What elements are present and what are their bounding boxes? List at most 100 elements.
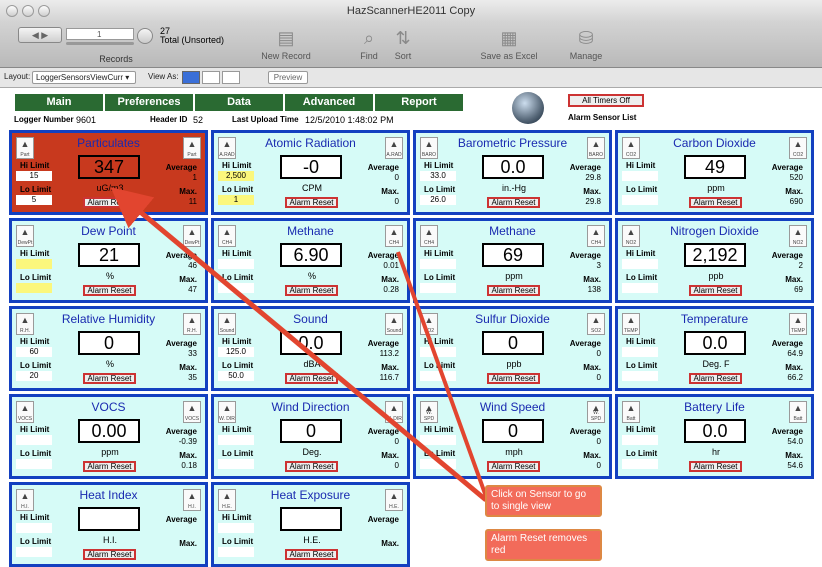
hi-limit-field[interactable]	[16, 435, 52, 445]
lo-limit-field[interactable]	[218, 459, 254, 469]
lo-limit-field[interactable]: 50.0	[218, 371, 254, 381]
hi-limit-field[interactable]: 15	[16, 171, 52, 181]
view-as-list-button[interactable]	[202, 71, 220, 84]
lo-limit-field[interactable]	[420, 283, 456, 293]
alarm-reset-button[interactable]: Alarm Reset	[487, 285, 540, 296]
nav-report-button[interactable]: Report	[374, 94, 464, 111]
hi-limit-field[interactable]: 60	[16, 347, 52, 357]
sensor-tile[interactable]: ▲ R.H. ▲ R.H. Relative Humidity Hi Limit 60 Lo …	[9, 306, 208, 391]
lo-limit-field[interactable]: 5	[16, 195, 52, 205]
alarm-reset-button[interactable]: Alarm Reset	[285, 461, 338, 472]
sensor-tile[interactable]: ▲ W. SPD ▲ W. SPD Wind Speed Hi Limit Lo Limit…	[413, 394, 612, 479]
sensor-tile[interactable]: ▲ CH4 ▲ CH4 Methane Hi Limit Lo Limit 69 ppm Aver…	[413, 218, 612, 303]
sensor-tile[interactable]: ▲ Sound ▲ Sound Sound Hi Limit 125.0 Lo Limit 50…	[211, 306, 410, 391]
alarm-reset-button[interactable]: Alarm Reset	[83, 461, 136, 472]
sensor-tile[interactable]: ▲ SO2 ▲ SO2 Sulfur Dioxide Hi Limit Lo Limit 0 p…	[413, 306, 612, 391]
hi-limit-field[interactable]	[622, 435, 658, 445]
alarm-reset-button[interactable]: Alarm Reset	[689, 197, 742, 208]
save-as-excel-button[interactable]: ▦ Save as Excel	[474, 28, 544, 61]
hi-limit-field[interactable]: 2,500	[218, 171, 254, 181]
hi-limit-field[interactable]	[420, 347, 456, 357]
sensor-tile[interactable]: ▲ CO2 ▲ CO2 Carbon Dioxide Hi Limit Lo Limit 49…	[615, 130, 814, 215]
record-slider[interactable]	[66, 42, 134, 45]
layout-select[interactable]: LoggerSensorsViewCurr ▾	[32, 71, 136, 84]
sensor-reading: 2,192	[684, 243, 746, 267]
sensor-tile[interactable]: ▲ Batt ▲ Batt Battery Life Hi Limit Lo Limit 0.…	[615, 394, 814, 479]
record-nav-arrows[interactable]: ◀ ▶	[18, 27, 62, 43]
minimize-window-button[interactable]	[22, 5, 34, 17]
record-index-field[interactable]: 1	[66, 28, 134, 40]
hi-limit-field[interactable]: 125.0	[218, 347, 254, 357]
lo-limit-field[interactable]	[218, 283, 254, 293]
view-as-form-button[interactable]	[182, 71, 200, 84]
close-window-button[interactable]	[6, 5, 18, 17]
sensor-tile[interactable]: ▲ Part ▲ Part Particulates Hi Limit 15 Lo Limit…	[9, 130, 208, 215]
hi-limit-field[interactable]	[420, 259, 456, 269]
lo-limit-field[interactable]	[420, 459, 456, 469]
lo-limit-field[interactable]	[16, 547, 52, 557]
alarm-reset-button[interactable]: Alarm Reset	[689, 461, 742, 472]
nav-main-button[interactable]: Main	[14, 94, 104, 111]
view-as-table-button[interactable]	[222, 71, 240, 84]
sensor-tile[interactable]: ▲ TEMP ▲ TEMP Temperature Hi Limit Lo Limit 0.0…	[615, 306, 814, 391]
manage-button[interactable]: ⛁ Manage	[564, 28, 608, 61]
pie-chart-icon	[137, 28, 153, 44]
lo-limit-field[interactable]	[420, 371, 456, 381]
nav-data-button[interactable]: Data	[194, 94, 284, 111]
max-label: Max.	[179, 539, 197, 548]
hi-limit-field[interactable]	[420, 435, 456, 445]
lo-limit-field[interactable]: 1	[218, 195, 254, 205]
alarm-reset-button[interactable]: Alarm Reset	[285, 549, 338, 560]
new-record-button[interactable]: ▤ New Record	[256, 28, 316, 61]
nav-preferences-button[interactable]: Preferences	[104, 94, 194, 111]
lo-limit-field[interactable]: 20	[16, 371, 52, 381]
alarm-reset-button[interactable]: Alarm Reset	[83, 549, 136, 560]
lo-limit-field[interactable]: 26.0	[420, 195, 456, 205]
hi-limit-field[interactable]: 33.0	[420, 171, 456, 181]
preview-button[interactable]: Preview	[268, 71, 308, 84]
lo-limit-field[interactable]	[622, 195, 658, 205]
zoom-window-button[interactable]	[38, 5, 50, 17]
alarm-reset-button[interactable]: Alarm Reset	[285, 373, 338, 384]
alarm-reset-button[interactable]: Alarm Reset	[487, 461, 540, 472]
find-button[interactable]: ⌕ Find	[354, 28, 384, 61]
lo-limit-field[interactable]	[622, 283, 658, 293]
hi-limit-label: Hi Limit	[222, 513, 252, 522]
lo-limit-field[interactable]	[218, 547, 254, 557]
hi-limit-field[interactable]	[16, 259, 52, 269]
alarm-reset-button[interactable]: Alarm Reset	[487, 197, 540, 208]
sensor-tile[interactable]: ▲ NO2 ▲ NO2 Nitrogen Dioxide Hi Limit Lo Limit…	[615, 218, 814, 303]
hi-limit-field[interactable]	[218, 523, 254, 533]
all-timers-off-button[interactable]: All Timers Off	[568, 94, 644, 107]
hi-limit-field[interactable]	[622, 171, 658, 181]
sensor-tile[interactable]: ▲ CH4 ▲ CH4 Methane Hi Limit Lo Limit 6.90% Aver…	[211, 218, 410, 303]
sensor-tile[interactable]: ▲ BARO ▲ BARO Barometric Pressure Hi Limit 33.…	[413, 130, 612, 215]
alarm-reset-button[interactable]: Alarm Reset	[689, 373, 742, 384]
sensor-tile[interactable]: ▲ H.I. ▲ H.I. Heat Index Hi Limit Lo Limit H.I.…	[9, 482, 208, 567]
sensor-tile[interactable]: ▲ W. DIR ▲ W. DIR Wind Direction Hi Limit Lo L…	[211, 394, 410, 479]
sensor-tile[interactable]: ▲ VOCS ▲ VOCS VOCS Hi Limit Lo Limit 0.00 ppm Ave…	[9, 394, 208, 479]
sort-button[interactable]: ⇅ Sort	[388, 28, 418, 61]
hi-limit-field[interactable]	[16, 523, 52, 533]
hi-limit-field[interactable]	[622, 347, 658, 357]
sensor-name: Particulates	[77, 136, 140, 150]
nav-advanced-button[interactable]: Advanced	[284, 94, 374, 111]
hi-limit-field[interactable]	[218, 435, 254, 445]
alarm-reset-button[interactable]: Alarm Reset	[83, 373, 136, 384]
alarm-reset-button[interactable]: Alarm Reset	[285, 197, 338, 208]
sensor-tile[interactable]: ▲ DewPt ▲ DewPt Dew Point Hi Limit Lo Limit 21%…	[9, 218, 208, 303]
lo-limit-field[interactable]	[16, 283, 52, 293]
sensor-unit: H.E.	[303, 535, 321, 545]
alarm-reset-button[interactable]: Alarm Reset	[689, 285, 742, 296]
sensor-tile[interactable]: ▲ A.RAD ▲ A.RAD Atomic Radiation Hi Limit 2,50…	[211, 130, 410, 215]
hi-limit-field[interactable]	[622, 259, 658, 269]
alarm-reset-button[interactable]: Alarm Reset	[487, 373, 540, 384]
lo-limit-field[interactable]	[622, 459, 658, 469]
lo-limit-field[interactable]	[16, 459, 52, 469]
alarm-reset-button[interactable]: Alarm Reset	[285, 285, 338, 296]
sensor-tile[interactable]: ▲ H.E. ▲ H.E. Heat Exposure Hi Limit Lo Limit H…	[211, 482, 410, 567]
alarm-reset-button[interactable]: Alarm Reset	[83, 285, 136, 296]
alarm-reset-button[interactable]: Alarm Reset	[83, 197, 136, 208]
lo-limit-field[interactable]	[622, 371, 658, 381]
hi-limit-field[interactable]	[218, 259, 254, 269]
